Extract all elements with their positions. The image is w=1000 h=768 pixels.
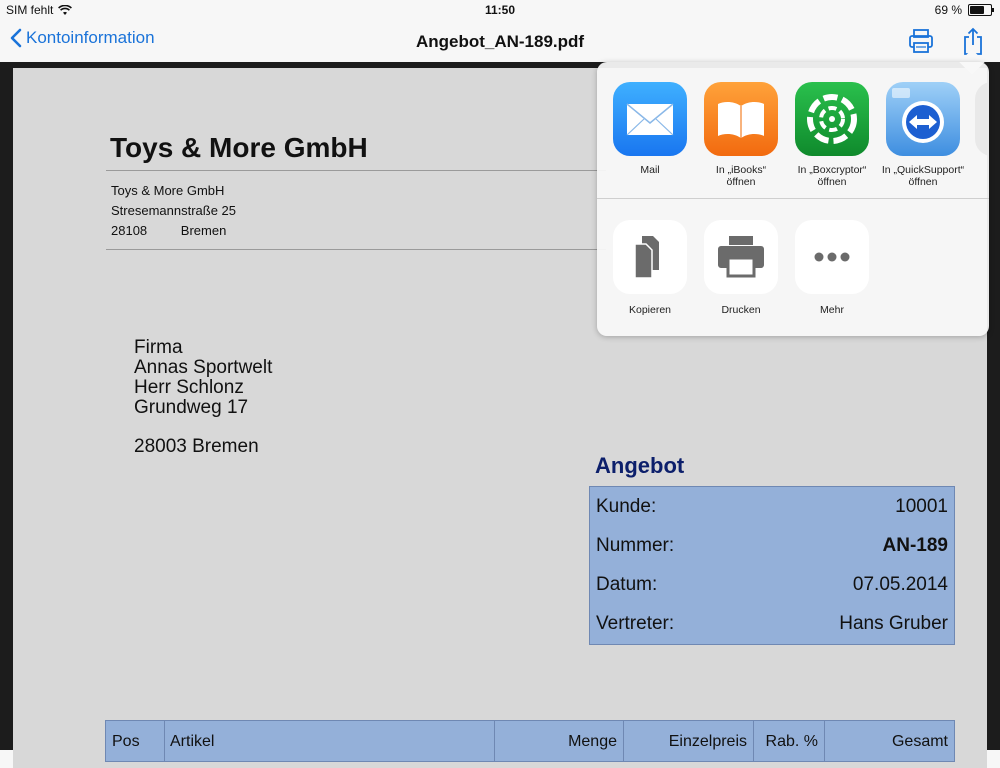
share-action-print[interactable]: Drucken xyxy=(696,220,786,316)
share-app-ibooks[interactable]: In „iBooks“ öffnen xyxy=(696,82,786,188)
share-action-copy[interactable]: Kopieren xyxy=(605,220,695,316)
boxcryptor-icon xyxy=(795,82,869,156)
recipient-line: Herr Schlonz xyxy=(134,377,244,398)
share-action-more[interactable]: Mehr xyxy=(787,220,877,316)
mail-icon xyxy=(613,82,687,156)
status-time: 11:50 xyxy=(484,3,516,17)
print-button[interactable] xyxy=(906,26,936,56)
share-action-label: Kopieren xyxy=(628,304,672,316)
header-rule xyxy=(106,170,606,171)
recipient-address: Firma Annas Sportwelt Herr Schlonz Grund… xyxy=(134,338,272,457)
share-app-label: öffnen xyxy=(726,176,756,188)
offer-row-number: Nummer: AN-189 xyxy=(596,535,948,556)
recipient-line: Firma xyxy=(134,337,183,358)
address-rule xyxy=(106,249,606,250)
column-header: Einzelpreis xyxy=(624,721,754,761)
company-address: Toys & More GmbH Stresemannstraße 25 281… xyxy=(111,181,236,241)
battery-icon xyxy=(968,4,994,16)
share-app-label: In „QuickSupport“ xyxy=(881,164,965,176)
share-app-label: Mail xyxy=(640,164,660,176)
share-action-label: Mehr xyxy=(820,304,844,316)
status-bar: SIM fehlt 11:50 69 % xyxy=(0,0,1000,20)
share-app-label: öffnen xyxy=(817,176,847,188)
share-app-label: In „Boxcryptor“ xyxy=(797,164,867,176)
offer-row-representative: Vertreter: Hans Gruber xyxy=(596,613,948,634)
column-header: Pos xyxy=(106,721,165,761)
print-icon xyxy=(704,220,778,294)
share-app-label: öffnen xyxy=(908,176,938,188)
share-action-label: Drucken xyxy=(721,304,761,316)
column-header: Rab. % xyxy=(754,721,825,761)
printer-icon xyxy=(909,29,933,53)
column-header: Menge xyxy=(495,721,624,761)
offer-row-customer: Kunde: 10001 xyxy=(596,496,948,517)
company-city: Bremen xyxy=(180,223,227,238)
column-header: Gesamt xyxy=(891,733,948,750)
share-app-label: In „iBooks“ xyxy=(715,164,767,176)
company-street: Stresemannstraße 25 xyxy=(111,203,237,218)
offer-details: Kunde: 10001 Nummer: AN-189 Datum: 07.05… xyxy=(589,486,955,645)
nav-bar: Kontoinformation Angebot_AN-189.pdf xyxy=(0,20,1000,62)
company-title: Toys & More GmbH xyxy=(110,132,368,163)
recipient-line: 28003 Bremen xyxy=(134,436,259,457)
share-app-quicksupport[interactable]: In „QuickSupport“ öffnen xyxy=(878,82,968,188)
company-name: Toys & More GmbH xyxy=(111,183,225,198)
quicksupport-icon xyxy=(886,82,960,156)
share-app-boxcryptor[interactable]: In „Boxcryptor“ öffnen xyxy=(787,82,877,188)
recipient-line: Annas Sportwelt xyxy=(134,357,273,378)
copy-icon xyxy=(613,220,687,294)
more-icon xyxy=(795,220,869,294)
offer-row-date: Datum: 07.05.2014 xyxy=(596,574,948,595)
offer-title: Angebot xyxy=(595,453,685,478)
recipient-line: Grundweg 17 xyxy=(134,397,249,418)
ibooks-icon xyxy=(704,82,778,156)
page-title: Angebot_AN-189.pdf xyxy=(415,32,585,51)
items-table-header: Pos Artikel Menge Einzelpreis Rab. % Ges… xyxy=(105,720,955,762)
share-sheet-divider xyxy=(597,198,989,199)
battery-percent: 69 % xyxy=(934,3,962,17)
share-app-mail[interactable]: Mail xyxy=(605,82,695,176)
share-app-partial[interactable] xyxy=(975,82,989,156)
share-sheet: Mail In „iBooks“ öffnen In „Boxcryptor“ … xyxy=(597,62,989,336)
company-zip: 28108 xyxy=(111,223,148,238)
column-header: Artikel xyxy=(165,721,495,761)
